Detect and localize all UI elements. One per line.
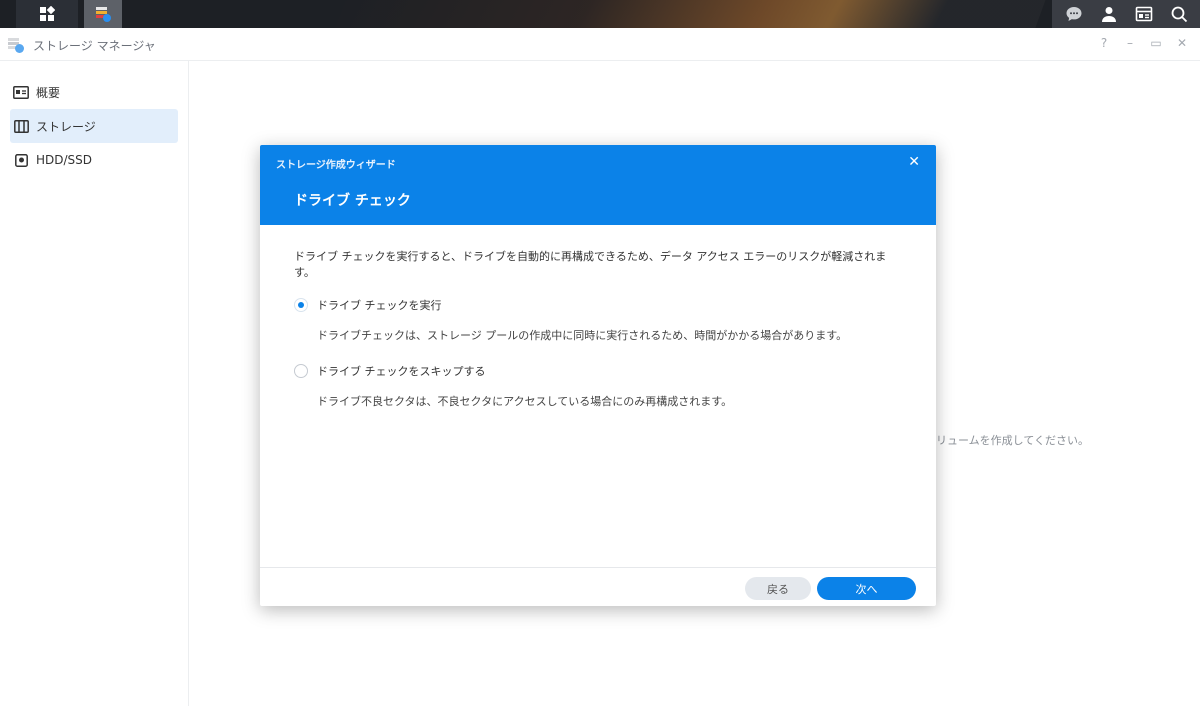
sidebar-item-label: ストレージ: [36, 119, 96, 134]
option-label: ドライブ チェックをスキップする: [317, 365, 486, 378]
user-icon[interactable]: [1098, 3, 1120, 25]
dialog-header: ストレージ作成ウィザード ✕ ドライブ チェック: [260, 145, 936, 225]
close-window-icon[interactable]: ✕: [1176, 36, 1188, 50]
option-detail: ドライブ不良セクタは、不良セクタにアクセスしている場合にのみ再構成されます。: [317, 395, 733, 408]
help-icon[interactable]: ?: [1098, 36, 1110, 50]
app-icon: [8, 38, 24, 53]
close-icon[interactable]: ✕: [908, 154, 920, 170]
step-title: ドライブ チェック: [294, 193, 411, 209]
option-label: ドライブ チェックを実行: [317, 299, 442, 312]
main-menu-icon: [40, 6, 55, 21]
next-button[interactable]: 次へ: [817, 577, 916, 600]
taskbar-tray: [1052, 0, 1200, 28]
search-icon[interactable]: [1168, 3, 1190, 25]
storage-manager-icon: [96, 7, 111, 22]
option-detail: ドライブチェックは、ストレージ プールの作成中に同時に実行されるため、時間がかか…: [317, 329, 848, 342]
storage-wizard-dialog: ストレージ作成ウィザード ✕ ドライブ チェック ドライブ チェックを実行すると…: [260, 145, 936, 606]
window-controls: ? – ▭ ✕: [1098, 36, 1188, 50]
back-button[interactable]: 戻る: [745, 577, 811, 600]
sidebar-item-label: 概要: [36, 85, 61, 100]
sidebar-item-hdd-ssd[interactable]: HDD/SSD: [10, 143, 178, 177]
widgets-icon[interactable]: [1133, 3, 1155, 25]
dialog-footer: 戻る 次へ: [260, 567, 936, 606]
taskbar: [0, 0, 1200, 28]
chat-icon[interactable]: [1063, 3, 1085, 25]
disk-icon: [13, 153, 29, 167]
window-title: ストレージ マネージャ: [33, 39, 156, 53]
background-hint-text: リュームを作成してください。: [936, 434, 1090, 447]
radio-run-drive-check[interactable]: [294, 298, 308, 312]
option-run-drive-check[interactable]: ドライブ チェックを実行: [294, 296, 902, 314]
restore-icon[interactable]: ▭: [1150, 36, 1162, 50]
storage-icon: [13, 119, 29, 133]
option-skip-drive-check[interactable]: ドライブ チェックをスキップする: [294, 362, 902, 380]
sidebar-item-overview[interactable]: 概要: [10, 75, 178, 109]
sidebar-item-label: HDD/SSD: [36, 153, 93, 167]
window-header: ストレージ マネージャ ? – ▭ ✕: [0, 28, 1200, 61]
step-description: ドライブ チェックを実行すると、ドライブを自動的に再構成できるため、データ アク…: [294, 250, 887, 279]
sidebar-item-storage[interactable]: ストレージ: [10, 109, 178, 143]
taskbar-wallpaper: [323, 0, 1057, 28]
sidebar: 概要 ストレージ HDD/SSD: [0, 61, 189, 706]
storage-manager-taskbar-button[interactable]: [84, 0, 122, 28]
main-menu-button[interactable]: [16, 0, 78, 28]
minimize-icon[interactable]: –: [1124, 36, 1136, 50]
overview-icon: [13, 85, 29, 99]
dialog-body: ドライブ チェックを実行すると、ドライブを自動的に再構成できるため、データ アク…: [260, 225, 936, 452]
wizard-title: ストレージ作成ウィザード: [276, 160, 396, 171]
radio-skip-drive-check[interactable]: [294, 364, 308, 378]
